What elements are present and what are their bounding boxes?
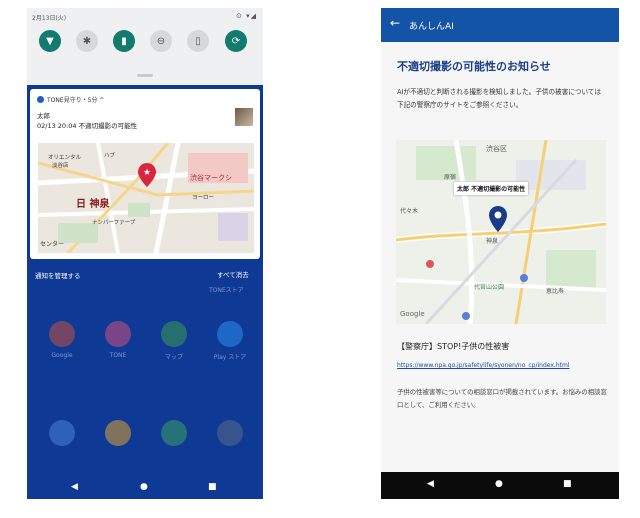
home-icon[interactable]: ● [140,482,148,492]
tone-app-icon[interactable] [105,321,131,347]
bluetooth-icon[interactable]: ✱ [76,30,98,52]
map-graphic [396,140,606,324]
notification-thumbnail [235,108,253,126]
map-label: 恵比寿 [546,288,565,295]
navigation-bar: ◀ ● ■ [381,472,619,499]
map-label: 渋谷マークシ [190,174,232,182]
app-label: Google [51,352,73,359]
location-map[interactable]: 渋谷区 原宿 代々木 神泉 代官山公園 Google 恵比寿 太郎 不適切撮影の… [396,140,606,324]
back-icon[interactable]: ◀ [427,479,434,489]
police-description: 子供の性被害等についての相談窓口が掲載されています。お悩みの相談窓口として、ご利… [397,388,607,409]
map-label: ハブ [104,153,116,159]
auto-rotate-icon[interactable]: ⟳ [225,30,247,52]
app-title: あんしんAI [409,22,454,32]
notification-app-row: TONE見守り・5分 ^ [37,95,104,104]
tone-store-label: TONEストア [209,287,244,294]
marker-label: 太郎 不適切撮影の可能性 [454,182,529,195]
description-text: AIが不適切と判断される撮影を検知しました。子供の被害については下記の警察庁のサ… [397,88,601,109]
chrome-app-icon[interactable] [105,420,131,446]
battery-saver-icon[interactable]: ▮ [113,30,135,52]
recents-icon[interactable]: ■ [563,479,572,489]
notification-title: 太郎 [37,112,50,120]
police-link-url[interactable]: https://www.npa.go.jp/safetylife/syonen/… [397,361,607,370]
map-label: 神泉 [486,238,499,245]
map-label: センター [40,241,65,248]
home-icon[interactable]: ● [495,479,503,489]
svg-text:★: ★ [143,168,151,178]
app-label: マップ [164,354,183,361]
manage-notifications-link[interactable]: 通知を管理する [35,270,81,280]
back-arrow-icon[interactable]: ← [390,16,400,30]
app-label: TONE [109,352,127,359]
recents-icon[interactable]: ■ [208,482,217,492]
police-link-title: 【警察庁】STOP!子供の性被害 [397,342,510,351]
google-logo: Google [400,310,425,318]
shade-handle[interactable] [137,74,153,77]
page-title: 不適切撮影の可能性のお知らせ [397,60,551,73]
left-phone-screen: 2月13日(火) ⊙ ▾◢ ▼ ✱ ▮ ⊖ ▯ ⟳ TONE見守り・5分 ^ 太… [27,8,263,499]
wifi-icon[interactable]: ▼ [39,30,61,52]
map-label: 渋谷区 [486,145,507,153]
notification-body: 02/13 20:04 不適切撮影の可能性 [37,122,138,130]
maps-app-icon[interactable] [161,321,187,347]
photos-app-icon[interactable] [161,420,187,446]
location-pin-icon[interactable] [489,206,507,232]
app-badge-icon [37,96,44,103]
notification-card[interactable]: TONE見守り・5分 ^ 太郎 02/13 20:04 不適切撮影の可能性 オリ… [30,89,260,259]
location-pin-icon: ★ [138,163,156,187]
quick-settings-panel: 2月13日(火) ⊙ ▾◢ ▼ ✱ ▮ ⊖ ▯ ⟳ [27,8,263,85]
navigation-bar: ◀ ● ■ [27,478,263,499]
status-time: 2月13日(火) [32,15,67,22]
clear-all-button[interactable]: すべて消去 [217,269,249,279]
play-store-icon[interactable] [217,321,243,347]
status-icons: ⊙ ▾◢ [236,12,257,20]
back-icon[interactable]: ◀ [71,482,78,492]
app-label: Play ストア [213,354,247,361]
camera-app-icon[interactable] [217,420,243,446]
right-phone-screen: ← あんしんAI 不適切撮影の可能性のお知らせ AIが不適切と判断される撮影を検… [381,8,619,499]
flashlight-icon[interactable]: ▯ [187,30,209,52]
phone-app-icon[interactable] [49,420,75,446]
map-label: 代々木 [400,208,419,215]
do-not-disturb-icon[interactable]: ⊖ [150,30,172,52]
map-label: ナンバーファーブ [92,220,136,226]
map-label: 代官山公園 [474,284,505,291]
map-label: オリエンタル [48,155,82,161]
google-app-icon[interactable] [49,321,75,347]
map-label: 淡谷店 [52,163,69,169]
map-label: 原宿 [444,174,457,181]
notification-map[interactable]: オリエンタル 淡谷店 ハブ 日 神泉 渋谷マークシ ヨーロー ナンバーファーブ … [38,143,254,253]
map-label: 日 神泉 [76,199,110,210]
app-bar: ← あんしんAI [381,8,619,42]
notification-app-name: TONE見守り・5分 ^ [47,97,105,104]
map-label: ヨーロー [192,195,215,201]
